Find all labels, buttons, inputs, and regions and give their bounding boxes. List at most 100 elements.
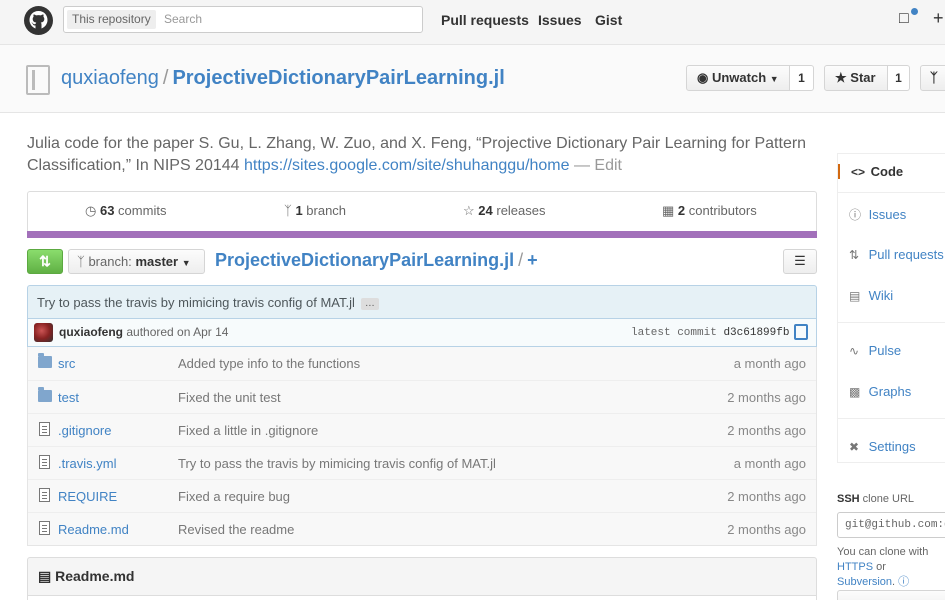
notifications-icon[interactable]: □ (899, 10, 909, 28)
search-box[interactable]: This repository Search (63, 6, 423, 33)
breadcrumb: ProjectiveDictionaryPairLearning.jl / + (215, 250, 538, 271)
branch-count: 1 (295, 203, 303, 218)
pulse-icon: ∿ (849, 344, 860, 358)
chevron-down-icon: ▼ (769, 74, 779, 84)
contributors-link[interactable]: ▦ 2 contributors (662, 203, 757, 219)
branches-link[interactable]: ᛉ 1 branch (284, 203, 346, 218)
file-commit-message[interactable]: Try to pass the travis by mimicing travi… (178, 456, 496, 471)
file-commit-message[interactable]: Fixed a little in .gitignore (178, 423, 318, 438)
file-age: 2 months ago (727, 489, 806, 504)
sidebar-item-issues[interactable]: ⓘ Issues (849, 206, 906, 223)
sidebar-item-settings[interactable]: ✖ Settings (849, 439, 916, 454)
sidebar-item-label: Pulse (868, 343, 902, 358)
releases-link[interactable]: ☆ 24 releases (463, 203, 546, 219)
commit-author: quxiaofeng authored on Apr 14 (59, 325, 228, 339)
readme-body (28, 595, 816, 600)
repo-name-link[interactable]: ProjectiveDictionaryPairLearning.jl (172, 67, 504, 89)
issue-icon: ⓘ (849, 208, 862, 222)
file-age: a month ago (733, 356, 806, 371)
branch-icon: ᛉ (77, 254, 85, 269)
history-icon: ◷ (85, 203, 97, 218)
sidebar-item-pull-requests[interactable]: ⇅ Pull requests (849, 247, 944, 262)
clone-desktop-button[interactable] (837, 590, 945, 600)
author-link[interactable]: quxiaofeng (59, 325, 123, 339)
branch-select-button[interactable]: ᛉ branch: master ▼ (68, 249, 205, 274)
file-commit-message[interactable]: Fixed a require bug (178, 489, 290, 504)
file-commit-message[interactable]: Added type info to the functions (178, 356, 360, 371)
plus-icon[interactable]: + (933, 8, 944, 29)
nav-gist[interactable]: Gist (595, 12, 622, 28)
homepage-link[interactable]: https://sites.google.com/site/shuhanggu/… (244, 157, 570, 174)
search-scope-label: This repository (67, 10, 156, 29)
question-icon[interactable]: ⓘ (898, 576, 909, 588)
fork-icon: ᛉ (930, 70, 938, 85)
eye-icon: ◉ (697, 70, 709, 85)
star-button[interactable]: ★ Star (824, 65, 888, 91)
language-bar[interactable] (27, 231, 817, 238)
releases-count: 24 (478, 203, 493, 218)
nav-issues[interactable]: Issues (538, 12, 582, 28)
stargazers-count[interactable]: 1 (888, 65, 910, 91)
repo-owner-link[interactable]: quxiaofeng (61, 67, 159, 89)
file-age: 2 months ago (727, 423, 806, 438)
sidebar-divider (838, 322, 945, 323)
file-row[interactable]: .travis.yml Try to pass the travis by mi… (28, 446, 816, 479)
file-age: 2 months ago (727, 522, 806, 537)
tag-icon: ☆ (463, 203, 475, 218)
avatar[interactable] (34, 323, 53, 342)
chevron-down-icon: ▼ (181, 258, 191, 268)
book-icon: ▤ (38, 568, 52, 584)
list-view-button[interactable]: ☰ (783, 249, 817, 274)
subversion-clone-link[interactable]: Subversion (837, 576, 892, 588)
commit-sha-link[interactable]: d3c61899fb (723, 327, 789, 339)
search-input[interactable]: Search (164, 7, 202, 32)
file-row[interactable]: test Fixed the unit test 2 months ago (28, 380, 816, 413)
commits-link[interactable]: ◷ 63 commits (85, 203, 166, 219)
clone-label-text: clone URL (859, 493, 915, 505)
unwatch-button[interactable]: ◉ Unwatch ▼ (686, 65, 790, 91)
file-name-link[interactable]: .gitignore (58, 423, 111, 438)
file-row[interactable]: .gitignore Fixed a little in .gitignore … (28, 413, 816, 446)
file-row[interactable]: REQUIRE Fixed a require bug 2 months ago (28, 479, 816, 512)
organization-icon: ▦ (662, 203, 675, 218)
graph-icon: ▩ (849, 385, 861, 399)
file-name-link[interactable]: test (58, 390, 79, 405)
file-name-link[interactable]: src (58, 356, 75, 371)
file-row[interactable]: src Added type info to the functions a m… (28, 347, 816, 380)
file-row[interactable]: Readme.md Revised the readme 2 months ag… (28, 512, 816, 545)
sidebar-divider (838, 418, 945, 419)
file-name-link[interactable]: REQUIRE (58, 489, 117, 504)
new-file-button[interactable]: + (527, 250, 538, 270)
sidebar-item-graphs[interactable]: ▩ Graphs (849, 384, 911, 399)
expand-commit-button[interactable]: … (360, 297, 379, 310)
sidebar-item-code[interactable]: <> Code (838, 164, 945, 179)
file-name-link[interactable]: .travis.yml (58, 456, 117, 471)
commit-message-link[interactable]: Try to pass the travis by mimicing travi… (37, 295, 379, 310)
edit-description-link[interactable]: — Edit (570, 157, 622, 174)
compare-button[interactable]: ⇅ (27, 249, 63, 274)
file-icon (39, 521, 50, 535)
https-clone-link[interactable]: HTTPS (837, 561, 873, 573)
nav-pull-requests[interactable]: Pull requests (441, 12, 529, 28)
sidebar-item-pulse[interactable]: ∿ Pulse (849, 343, 901, 358)
clipboard-icon[interactable] (794, 324, 808, 340)
repo-title: quxiaofeng / ProjectiveDictionaryPairLearn… (61, 67, 505, 90)
sidebar-item-label: Issues (868, 207, 907, 222)
clone-protocol: SSH (837, 493, 860, 505)
contributors-label: contributors (685, 203, 757, 218)
repo-header: quxiaofeng / ProjectiveDictionaryPairLearn… (0, 45, 945, 113)
breadcrumb-repo-link[interactable]: ProjectiveDictionaryPairLearning.jl (215, 250, 514, 270)
fork-button[interactable]: ᛉ (920, 65, 945, 91)
branch-prefix: branch: (88, 254, 132, 269)
file-commit-message[interactable]: Fixed the unit test (178, 390, 281, 405)
file-name-link[interactable]: Readme.md (58, 522, 129, 537)
file-age: a month ago (733, 456, 806, 471)
watchers-count[interactable]: 1 (790, 65, 814, 91)
readme-box: ▤ Readme.md (27, 557, 817, 600)
tools-icon: ✖ (849, 440, 860, 454)
releases-label: releases (492, 203, 546, 218)
sidebar-item-wiki[interactable]: ▤ Wiki (849, 288, 893, 303)
file-commit-message[interactable]: Revised the readme (178, 522, 294, 537)
clone-url-field[interactable]: git@github.com:quxiaofeng/ProjectiveDict… (837, 512, 945, 538)
github-logo-icon[interactable] (24, 6, 53, 35)
